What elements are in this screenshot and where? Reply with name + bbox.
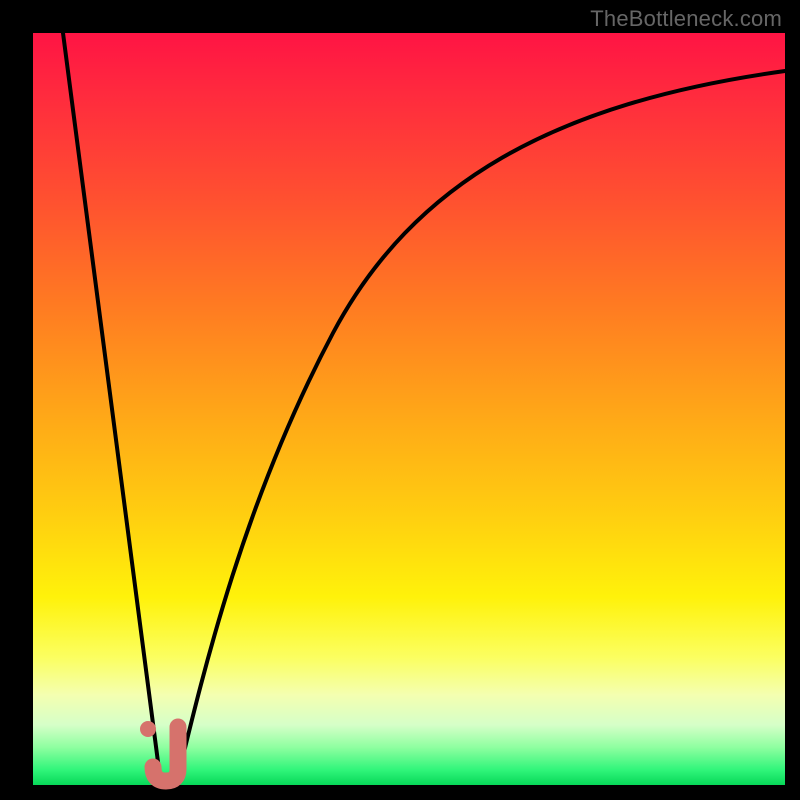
left-arm-path <box>63 33 161 785</box>
curve-layer <box>33 33 785 785</box>
valley-lobe <box>140 721 178 781</box>
plot-area <box>33 33 785 785</box>
right-arm-path <box>176 71 785 785</box>
outer-frame: TheBottleneck.com <box>0 0 800 800</box>
attribution-label: TheBottleneck.com <box>590 6 782 32</box>
